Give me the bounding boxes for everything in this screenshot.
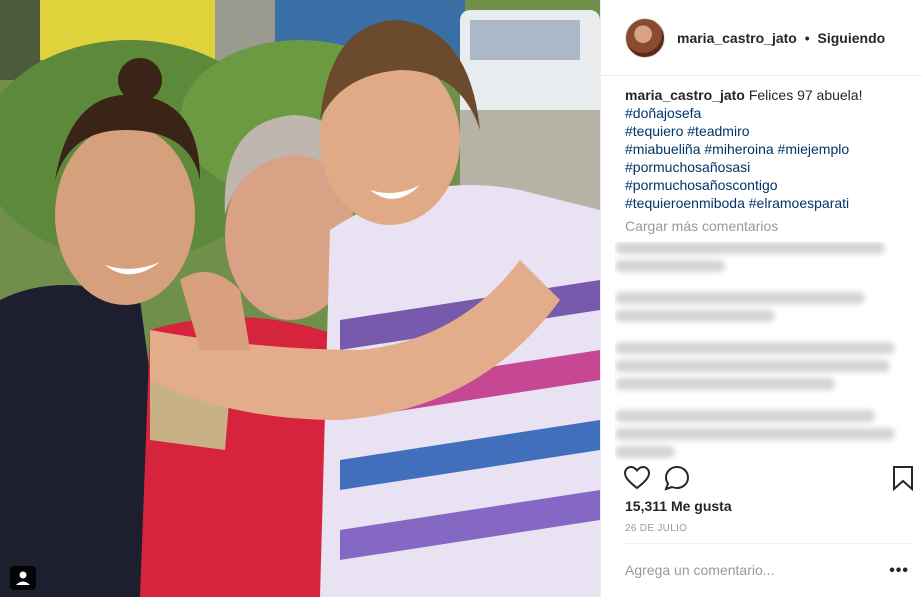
photo-illustration <box>0 0 600 597</box>
blurred-comments <box>615 242 915 460</box>
header-text: maria_castro_jato • Siguiendo <box>677 30 885 46</box>
heart-icon[interactable] <box>623 464 651 492</box>
post-actions-bar <box>601 460 923 496</box>
hashtag-line[interactable]: #tequieroenmiboda #elramoesparati <box>625 194 913 212</box>
likes-count[interactable]: 15,311 Me gusta <box>625 498 732 514</box>
post-photo[interactable] <box>0 0 600 597</box>
hashtag-line[interactable]: #pormuchosañosasi <box>625 158 913 176</box>
blurred-line <box>615 342 895 354</box>
blurred-line <box>615 360 890 372</box>
caption-username[interactable]: maria_castro_jato <box>625 87 745 103</box>
load-more-comments-button[interactable]: Cargar más comentarios <box>625 218 913 234</box>
comments-area: maria_castro_jato Felices 97 abuela! #doñ… <box>625 86 913 234</box>
blurred-line <box>615 410 875 422</box>
blurred-line <box>615 310 775 322</box>
blurred-line <box>615 428 895 440</box>
comment-input[interactable]: Agrega un comentario... <box>625 562 774 578</box>
post-header: maria_castro_jato • Siguiendo <box>601 0 923 76</box>
bookmark-icon[interactable] <box>889 464 917 492</box>
username-link[interactable]: maria_castro_jato <box>677 30 797 46</box>
blurred-line <box>615 260 725 272</box>
avatar[interactable] <box>625 17 665 58</box>
post-date[interactable]: 26 DE JULIO <box>625 523 687 534</box>
blurred-line <box>615 446 675 458</box>
hashtag-line[interactable]: #pormuchosañoscontigo <box>625 176 913 194</box>
follow-status-button[interactable]: Siguiendo <box>818 30 886 46</box>
header-separator: • <box>804 29 810 46</box>
user-tag-icon[interactable] <box>10 566 36 590</box>
divider <box>625 543 913 544</box>
caption-text: Felices 97 abuela! <box>748 87 863 103</box>
post-caption: maria_castro_jato Felices 97 abuela! #doñ… <box>625 86 913 212</box>
comment-bubble-icon[interactable] <box>663 464 691 492</box>
post-side-panel: maria_castro_jato • Siguiendo maria_cast… <box>600 0 923 597</box>
blurred-line <box>615 378 835 390</box>
blurred-line <box>615 242 885 254</box>
hashtag-line[interactable]: #miabueliña #miheroina #miejemplo <box>625 140 913 158</box>
hashtag-line[interactable]: #tequiero #teadmiro <box>625 122 913 140</box>
blurred-line <box>615 292 865 304</box>
more-options-icon[interactable]: ••• <box>889 562 909 580</box>
hashtag-line[interactable]: #doñajosefa <box>625 104 913 122</box>
